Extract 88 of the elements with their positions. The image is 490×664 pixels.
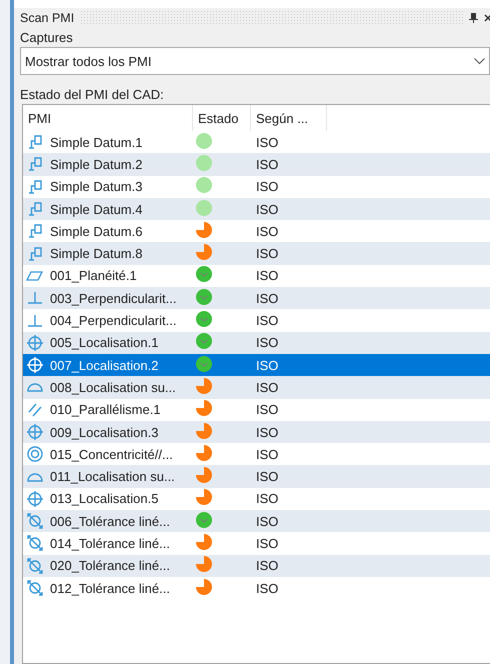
standard-cell-text: ISO: [255, 202, 280, 217]
table-row[interactable]: Simple Datum.1 ISO: [23, 131, 490, 154]
pmi-name: Simple Datum.1: [50, 134, 142, 150]
standard-cell-text: ISO: [255, 313, 280, 328]
pmi-name: Simple Datum.2: [50, 156, 142, 172]
standard-cell-text: ISO: [255, 290, 280, 306]
pin-icon[interactable]: [469, 13, 478, 23]
pmi-name: 004_Perpendicularit...: [50, 313, 176, 328]
group-label: Captures: [19, 29, 74, 45]
standard-cell-text: ISO: [255, 491, 280, 506]
captures-dropdown[interactable]: Mostrar todos los PMI: [20, 47, 490, 75]
table-row[interactable]: 010_Parallélisme.1 ISO: [23, 398, 490, 421]
standard-cell-text: ISO: [255, 380, 280, 395]
table-row[interactable]: 003_Perpendicularit... ISO: [23, 287, 490, 310]
pmi-name: Simple Datum.8: [50, 246, 142, 262]
standard-cell-text: ISO: [255, 514, 280, 529]
datum-icon: [26, 244, 44, 263]
position-icon: [26, 423, 44, 441]
chevron-icon: [474, 58, 485, 64]
standard-cell-text: ISO: [255, 134, 280, 150]
pmi-name: 014_Tolérance liné...: [50, 536, 170, 551]
table-row[interactable]: 005_Localisation.1 ISO: [23, 332, 490, 354]
position-icon: [26, 356, 44, 374]
standard-cell-text: ISO: [255, 402, 280, 418]
table-row[interactable]: 020_Tolérance liné... ISO: [23, 554, 490, 577]
close-icon[interactable]: [484, 14, 490, 22]
standard-cell-text: ISO: [255, 558, 280, 574]
position-icon: [26, 490, 44, 508]
table-row[interactable]: Simple Datum.8 ISO: [23, 242, 490, 265]
pmi-name: 008_Localisation su...: [50, 380, 176, 395]
group-label: Estado del PMI del CAD:: [19, 86, 165, 102]
datum-icon: [26, 178, 44, 196]
datum-icon: [26, 155, 44, 174]
pmi-name: 007_Localisation.2: [50, 358, 158, 373]
concentricity-icon: [26, 445, 44, 464]
table-row[interactable]: Simple Datum.2 ISO: [23, 153, 490, 176]
table-row[interactable]: 006_Tolérance liné... ISO: [23, 510, 490, 532]
standard-cell-text: ISO: [255, 179, 280, 194]
standard-cell-text: ISO: [255, 469, 280, 484]
linear-icon: [26, 579, 44, 598]
table-row[interactable]: 012_Tolérance liné... ISO: [23, 576, 490, 600]
standard-cell-text: ISO: [255, 335, 280, 350]
linear-icon: [26, 556, 44, 575]
standard-cell-text: ISO: [255, 156, 280, 172]
table-row[interactable]: Simple Datum.4 ISO: [23, 198, 490, 220]
pmi-name: 003_Perpendicularit...: [50, 290, 176, 306]
standard-cell-text: ISO: [255, 446, 280, 462]
pmi-name: 006_Tolérance liné...: [50, 514, 170, 529]
standard-cell-text: ISO: [255, 536, 280, 551]
table-row[interactable]: 009_Localisation.3 ISO: [23, 420, 490, 444]
table-row[interactable]: 008_Localisation su... ISO: [23, 376, 490, 399]
column-header[interactable]: Según ...: [251, 105, 327, 131]
table-row[interactable]: Simple Datum.3 ISO: [23, 176, 490, 198]
pmi-name: 015_Concentricité//...: [50, 446, 173, 462]
table-row[interactable]: 013_Localisation.5 ISO: [23, 488, 490, 510]
datum-icon: [26, 133, 44, 152]
pmi-name: 011_Localisation su...: [50, 469, 175, 484]
standard-cell-text: ISO: [255, 224, 280, 239]
standard-cell-text: ISO: [255, 246, 280, 262]
table-row[interactable]: 007_Localisation.2 ISO: [23, 354, 490, 376]
standard-cell-text: ISO: [255, 358, 280, 373]
pmi-name: 020_Tolérance liné...: [50, 558, 170, 574]
pmi-name: 012_Tolérance liné...: [50, 580, 170, 596]
pmi-name: 001_Planéité.1: [50, 268, 137, 284]
table-row[interactable]: Simple Datum.6 ISO: [23, 220, 490, 242]
pmi-name: Simple Datum.4: [50, 202, 142, 217]
column-header[interactable]: Estado: [193, 105, 251, 131]
table-row[interactable]: 015_Concentricité//... ISO: [23, 443, 490, 466]
standard-cell-text: ISO: [255, 268, 280, 284]
column-header[interactable]: PMI: [23, 105, 193, 131]
table-row[interactable]: 014_Tolérance liné... ISO: [23, 532, 490, 555]
pmi-name: Simple Datum.3: [50, 179, 142, 194]
linear-icon: [26, 512, 44, 530]
standard-cell-text: ISO: [255, 580, 280, 596]
datum-icon: [26, 200, 44, 218]
datum-icon: [26, 222, 44, 240]
standard-cell-text: ISO: [255, 424, 280, 440]
pmi-name: 005_Localisation.1: [50, 335, 158, 350]
table-row[interactable]: 001_Planéité.1 ISO: [23, 264, 490, 288]
linear-icon: [26, 534, 44, 552]
position-icon: [26, 334, 44, 352]
pmi-name: 009_Localisation.3: [50, 424, 158, 440]
pmi-name: 013_Localisation.5: [50, 491, 158, 506]
table-row[interactable]: 011_Localisation su... ISO: [23, 465, 490, 488]
pmi-name: 010_Parallélisme.1: [50, 402, 161, 418]
panel-title: Scan PMI: [20, 11, 74, 25]
pmi-name: Simple Datum.6: [50, 224, 142, 239]
table-row[interactable]: 004_Perpendicularit... ISO: [23, 309, 490, 332]
